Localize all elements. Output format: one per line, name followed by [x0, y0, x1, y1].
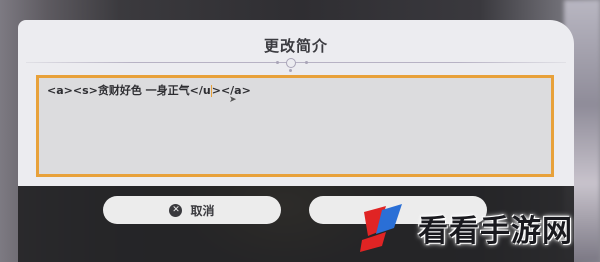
dialog-title: 更改简介 — [263, 37, 328, 55]
divider-tick — [289, 69, 292, 72]
cancel-button-label: 取消 — [190, 203, 215, 218]
mouse-pointer-icon: ➤ — [229, 95, 237, 105]
title-divider — [26, 62, 566, 63]
cancel-button[interactable]: ✕ 取消 — [103, 196, 281, 224]
divider-dot-left — [276, 61, 279, 64]
x-circle-icon: ✕ — [169, 203, 183, 217]
bio-text-before-caret: <a><s>贪财好色 一身正气</u — [47, 84, 211, 97]
bio-input-value: <a><s>贪财好色 一身正气</u></a> — [47, 82, 251, 98]
edit-bio-dialog: 更改简介 <a><s>贪财好色 一身正气</u></a> ➤ — [18, 20, 574, 186]
site-watermark: 看看手游网 — [356, 196, 596, 260]
divider-ornament — [286, 58, 296, 68]
divider-dot-right — [305, 61, 308, 64]
site-logo-icon — [360, 204, 402, 252]
bio-input[interactable]: <a><s>贪财好色 一身正气</u></a> ➤ — [36, 75, 554, 177]
watermark-text: 看看手游网 — [418, 214, 573, 249]
